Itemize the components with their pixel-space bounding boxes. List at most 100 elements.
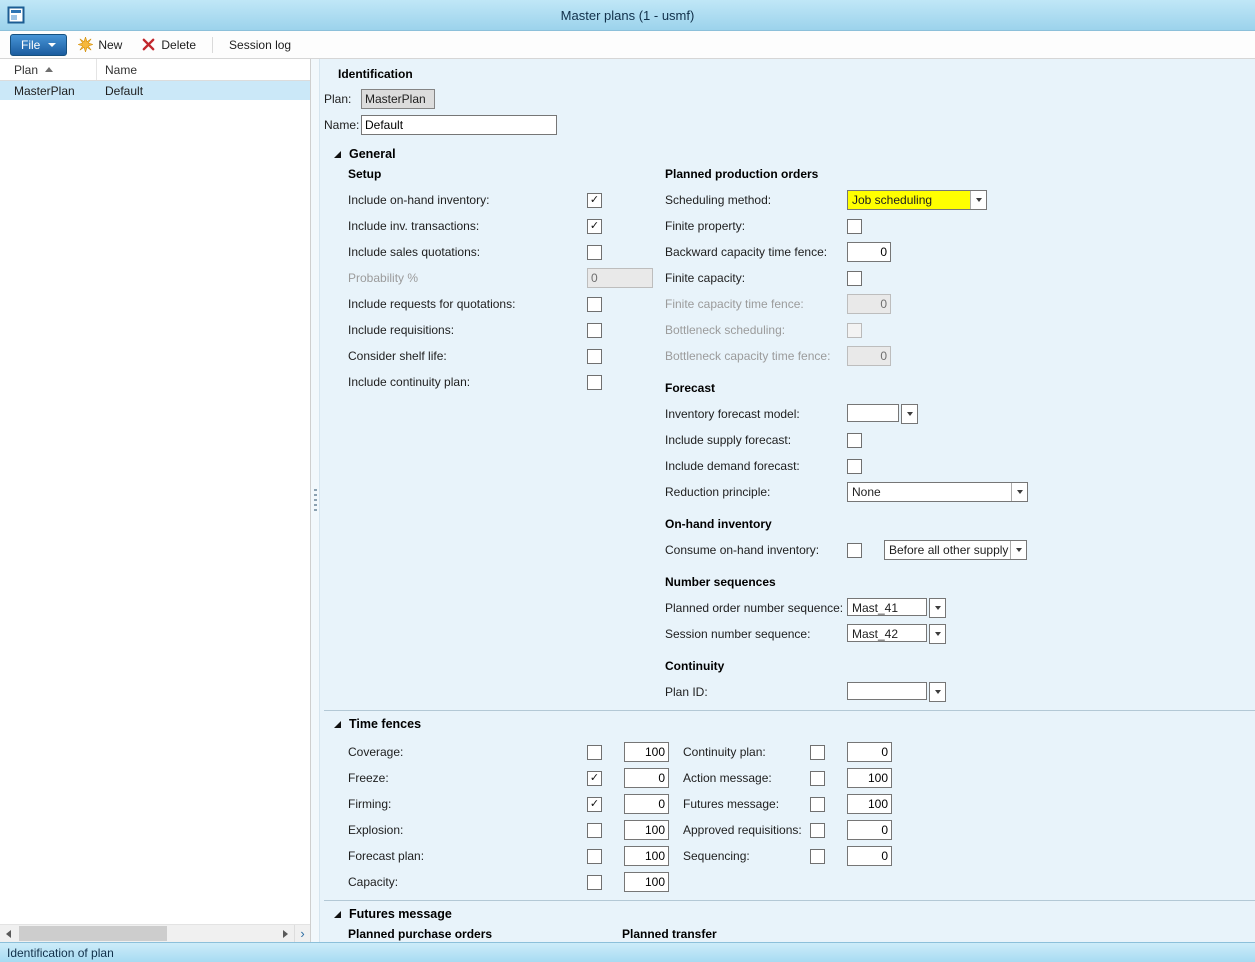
checkbox-include-inv-transactions[interactable]: ✓ — [587, 219, 602, 234]
input-futures-message[interactable] — [847, 794, 892, 814]
combo-planned-order-number-sequence[interactable]: Mast_41 — [847, 598, 946, 618]
field-label-plan-id: Plan ID: — [665, 685, 847, 699]
plan-label: Plan: — [324, 92, 361, 106]
column-header-name[interactable]: Name — [97, 59, 310, 80]
input-continuity-plan[interactable] — [847, 742, 892, 762]
scrollbar-track[interactable] — [17, 925, 277, 942]
combo-session-number-sequence[interactable]: Mast_42 — [847, 624, 946, 644]
session-log-button[interactable]: Session log — [221, 34, 299, 56]
checkbox-capacity[interactable] — [587, 875, 602, 890]
combo-reduction-principle[interactable]: None — [847, 482, 1028, 502]
checkbox-include-on-hand-inventory[interactable]: ✓ — [587, 193, 602, 208]
field-label-session-number-sequence: Session number sequence: — [665, 627, 847, 641]
dropdown-arrow-icon — [970, 191, 986, 209]
checkbox-include-requests-for-quotations[interactable] — [587, 297, 602, 312]
input-probability — [587, 268, 653, 288]
checkbox-coverage[interactable] — [587, 745, 602, 760]
field-row-probability: Probability % — [348, 265, 665, 291]
delete-button[interactable]: Delete — [133, 34, 204, 56]
splitter-grip-icon — [314, 489, 317, 513]
chevron-down-icon — [48, 43, 56, 47]
checkbox-freeze[interactable]: ✓ — [587, 771, 602, 786]
input-backward-capacity-time-fence[interactable] — [847, 242, 891, 262]
field-label-capacity: Capacity: — [348, 875, 587, 889]
checkbox-include-supply-forecast[interactable] — [847, 433, 862, 448]
checkbox-explosion[interactable] — [587, 823, 602, 838]
checkbox-include-continuity-plan[interactable] — [587, 375, 602, 390]
scrollbar-thumb[interactable] — [19, 926, 167, 941]
dropdown-arrow-icon — [1011, 483, 1027, 501]
field-label-include-inv-transactions: Include inv. transactions: — [348, 219, 587, 233]
scroll-left-button[interactable] — [0, 925, 17, 942]
combo-scheduling-method[interactable]: Job scheduling — [847, 190, 987, 210]
checkbox-futures-message[interactable] — [810, 797, 825, 812]
combo-plan-id[interactable] — [847, 682, 946, 702]
column-header-name-label: Name — [105, 63, 137, 77]
setup-header: Setup — [348, 167, 665, 181]
input-capacity[interactable] — [624, 872, 669, 892]
checkbox-forecast-plan[interactable] — [587, 849, 602, 864]
group-general-header[interactable]: General — [334, 143, 1255, 165]
checkbox-sequencing[interactable] — [810, 849, 825, 864]
checkbox-action-message[interactable] — [810, 771, 825, 786]
planned-production-orders-header: Planned production orders — [665, 167, 1255, 181]
grid-horizontal-scrollbar[interactable]: › — [0, 924, 310, 942]
name-field[interactable] — [361, 115, 557, 135]
checkbox-finite-property[interactable] — [847, 219, 862, 234]
field-label-backward-capacity-time-fence: Backward capacity time fence: — [665, 245, 847, 259]
field-label-include-demand-forecast: Include demand forecast: — [665, 459, 847, 473]
column-header-plan[interactable]: Plan — [0, 59, 97, 80]
input-coverage[interactable] — [624, 742, 669, 762]
input-freeze[interactable] — [624, 768, 669, 788]
field-row-consider-shelf-life: Consider shelf life: — [348, 343, 665, 369]
pane-expand-button[interactable]: › — [294, 925, 310, 942]
column-header-plan-label: Plan — [14, 63, 38, 77]
group-time-fences-header[interactable]: Time fences — [334, 713, 1255, 735]
checkbox-finite-capacity[interactable] — [847, 271, 862, 286]
title-bar: Master plans (1 - usmf) — [0, 0, 1255, 31]
group-futures-message-header[interactable]: Futures message — [334, 903, 1255, 925]
checkbox-approved-requisitions[interactable] — [810, 823, 825, 838]
pane-splitter[interactable] — [311, 59, 320, 942]
file-menu-button[interactable]: File — [10, 34, 67, 56]
field-row-firming: Firming:✓ — [348, 791, 683, 817]
checkbox-include-requisitions[interactable] — [587, 323, 602, 338]
field-row-include-requisitions: Include requisitions: — [348, 317, 665, 343]
status-bar: Identification of plan — [0, 942, 1255, 962]
group-futures-message-title: Futures message — [349, 907, 452, 921]
checkbox-consume-on-hand-inventory[interactable] — [847, 543, 862, 558]
field-row-continuity-plan: Continuity plan: — [683, 739, 1255, 765]
field-row-include-continuity-plan: Include continuity plan: — [348, 369, 665, 395]
checkbox-include-sales-quotations[interactable] — [587, 245, 602, 260]
new-button[interactable]: New — [70, 34, 130, 56]
checkbox-continuity-plan[interactable] — [810, 745, 825, 760]
grid-row-masterplan[interactable]: MasterPlanDefault — [0, 81, 310, 100]
field-row-inventory-forecast-model: Inventory forecast model: — [665, 401, 1255, 427]
field-row-action-message: Action message: — [683, 765, 1255, 791]
plan-field[interactable]: MasterPlan — [361, 89, 435, 109]
input-sequencing[interactable] — [847, 846, 892, 866]
continuity-header: Continuity — [665, 659, 1255, 673]
toolbar: File New Delete Session log — [0, 31, 1255, 59]
combo-inventory-forecast-model[interactable] — [847, 404, 918, 424]
input-finite-capacity-time-fence — [847, 294, 891, 314]
field-row-sequencing: Sequencing: — [683, 843, 1255, 869]
checkbox-firming[interactable]: ✓ — [587, 797, 602, 812]
window-title: Master plans (1 - usmf) — [0, 8, 1255, 23]
checkbox-consider-shelf-life[interactable] — [587, 349, 602, 364]
session-log-label: Session log — [229, 38, 291, 52]
dropdown-arrow-icon — [929, 624, 946, 644]
field-label-include-supply-forecast: Include supply forecast: — [665, 433, 847, 447]
input-approved-requisitions[interactable] — [847, 820, 892, 840]
combo-consume-on-hand-inventory[interactable]: Before all other supply — [884, 540, 1027, 560]
input-explosion[interactable] — [624, 820, 669, 840]
input-firming[interactable] — [624, 794, 669, 814]
field-row-consume-on-hand-inventory: Consume on-hand inventory:Before all oth… — [665, 537, 1255, 563]
combo-value-scheduling-method: Job scheduling — [848, 191, 970, 209]
field-label-consider-shelf-life: Consider shelf life: — [348, 349, 587, 363]
input-forecast-plan[interactable] — [624, 846, 669, 866]
scroll-right-button[interactable] — [277, 925, 294, 942]
input-action-message[interactable] — [847, 768, 892, 788]
checkbox-include-demand-forecast[interactable] — [847, 459, 862, 474]
field-label-include-requests-for-quotations: Include requests for quotations: — [348, 297, 587, 311]
